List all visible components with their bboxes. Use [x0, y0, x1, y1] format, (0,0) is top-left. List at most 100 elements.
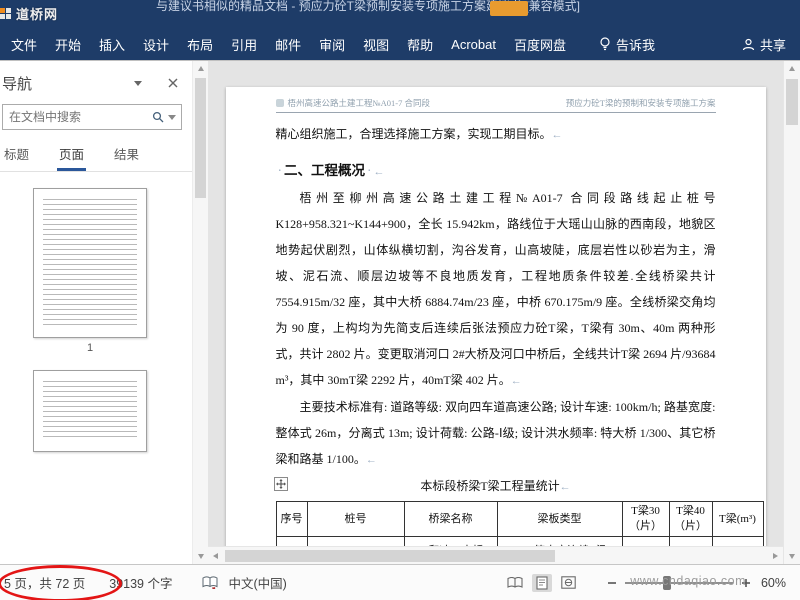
word-window: 与建议书相似的精品文档 - 预应力砼T梁预制安装专项施工方案建议书 [兼容模式]… — [0, 0, 800, 600]
heading-text: 二、工程概况 — [284, 163, 365, 178]
paragraph-mark: ← — [373, 166, 385, 178]
space-mark: · — [277, 163, 283, 178]
document-viewport: 梧州高速公路土建工程№A01-7 合同段 预应力砼T梁的预制和安装专项施工方案 … — [208, 61, 783, 547]
scroll-up-icon[interactable] — [784, 61, 800, 76]
nav-tab-pages[interactable]: 页面 — [57, 140, 87, 171]
navigation-pane: 导航 标题 页面 结果 — [0, 61, 192, 564]
paragraph-text: 主要技术标准有: 道路等级: 双向四车道高速公路; 设计车速: 100km/h;… — [275, 400, 716, 466]
page-thumbnails: 1 — [0, 172, 192, 564]
t-beam-statistics-table[interactable]: 序号 桩号 桥梁名称 梁板类型 T梁30（片） T梁40（片） T梁(m³) — [275, 501, 764, 547]
paragraph[interactable]: 精心组织施工，合理选择施工方案，实现工期目标。← — [276, 121, 716, 148]
zoom-percentage[interactable]: 60% — [761, 576, 786, 590]
navigation-title: 导航 — [2, 76, 33, 93]
page-header: 梧州高速公路土建工程№A01-7 合同段 预应力砼T梁的预制和安装专项施工方案 — [275, 97, 716, 113]
tab-references[interactable]: 引用 — [222, 28, 266, 61]
move-handle-icon — [275, 479, 286, 489]
tab-mailings[interactable]: 邮件 — [266, 28, 310, 61]
header-right-text: 预应力砼T梁的预制和安装专项施工方案 — [565, 98, 716, 108]
navigation-scrollbar[interactable] — [192, 61, 208, 564]
document-search-box[interactable] — [2, 104, 182, 130]
section-heading[interactable]: · 二、工程概况 · ← — [276, 158, 716, 185]
header-left-text: 梧州高速公路土建工程№A01-7 合同段 — [287, 98, 430, 108]
close-pane-button[interactable] — [168, 75, 178, 93]
paragraph-mark: ← — [551, 129, 563, 141]
search-options-chevron-icon[interactable] — [168, 114, 176, 120]
tab-baidu-netdisk[interactable]: 百度网盘 — [505, 28, 575, 61]
read-mode-icon — [507, 576, 523, 588]
paragraph-mark: ← — [365, 454, 377, 466]
paragraph-mark: ← — [510, 375, 522, 387]
document-area: 梧州高速公路土建工程№A01-7 合同段 预应力砼T梁的预制和安装专项施工方案 … — [208, 61, 783, 564]
paragraph[interactable]: 梧州至柳州高速公路土建工程№A01-7 合同段路线起止桩号 K128+958.3… — [276, 185, 716, 394]
page-thumbnail-1[interactable] — [33, 188, 147, 338]
navigation-tabs: 标题 页面 结果 — [0, 140, 192, 172]
scroll-left-icon[interactable] — [208, 547, 223, 564]
person-icon — [742, 38, 755, 50]
tell-me-label: 告诉我 — [615, 37, 655, 53]
col-header: T梁30（片） — [621, 501, 670, 537]
page-thumbnail-2[interactable] — [33, 370, 147, 452]
view-shortcuts — [505, 573, 579, 592]
tab-help[interactable]: 帮助 — [398, 28, 442, 61]
proofing-status-button[interactable] — [202, 576, 218, 589]
red-circle-annotation — [0, 565, 122, 600]
paragraph-text: 梧州至柳州高速公路土建工程№A01-7 合同段路线起止桩号 K128+958.3… — [275, 191, 716, 387]
language-indicator[interactable]: 中文(中国) — [228, 573, 286, 592]
tell-me-button[interactable]: 告诉我 — [599, 35, 655, 54]
scroll-down-icon[interactable] — [193, 549, 208, 564]
horizontal-scrollbar[interactable] — [208, 546, 783, 564]
search-icon[interactable] — [152, 111, 164, 123]
tab-home[interactable]: 开始 — [46, 28, 90, 61]
web-layout-icon — [561, 576, 577, 589]
print-layout-button[interactable] — [531, 573, 552, 592]
tab-layout[interactable]: 布局 — [178, 28, 222, 61]
document-page[interactable]: 梧州高速公路土建工程№A01-7 合同段 预应力砼T梁的预制和安装专项施工方案 … — [225, 87, 766, 547]
thumbnail-text-lines — [43, 199, 137, 325]
scroll-right-icon[interactable] — [768, 547, 783, 564]
search-input[interactable] — [3, 110, 152, 124]
thumbnail-page-number: 1 — [86, 342, 94, 354]
col-header: 桥梁名称 — [403, 501, 498, 537]
horizontal-scrollbar-thumb[interactable] — [225, 549, 555, 562]
tab-design[interactable]: 设计 — [134, 28, 178, 61]
table-move-handle[interactable] — [273, 477, 288, 491]
nav-tab-results[interactable]: 结果 — [112, 140, 141, 171]
share-button[interactable]: 共享 — [742, 35, 786, 54]
col-header: 序号 — [275, 501, 308, 537]
paragraph[interactable]: 主要技术标准有: 道路等级: 双向四车道高速公路; 设计车速: 100km/h;… — [276, 394, 716, 473]
chevron-down-icon[interactable] — [134, 81, 142, 86]
tab-file[interactable]: 文件 — [2, 28, 46, 61]
read-mode-button[interactable] — [505, 574, 525, 592]
vertical-scrollbar[interactable] — [783, 61, 800, 564]
table-header-row: 序号 桩号 桥梁名称 梁板类型 T梁30（片） T梁40（片） T梁(m³) — [275, 501, 764, 537]
site-watermark-text: 道桥网 — [16, 7, 59, 22]
web-layout-button[interactable] — [559, 574, 579, 592]
print-layout-icon — [536, 575, 548, 590]
proofing-book-icon — [202, 576, 218, 589]
scroll-up-icon[interactable] — [193, 61, 208, 76]
navigation-scrollbar-thumb[interactable] — [195, 78, 206, 198]
col-header: T梁40（片） — [668, 501, 713, 537]
header-logo-icon — [275, 99, 284, 107]
vertical-scrollbar-thumb[interactable] — [786, 79, 798, 125]
col-header: T梁(m³) — [711, 501, 764, 537]
col-header: 桩号 — [306, 501, 405, 537]
close-icon — [168, 78, 178, 87]
tab-review[interactable]: 审阅 — [310, 28, 354, 61]
table-title: 本标段桥梁T梁工程量统计← — [420, 479, 571, 493]
scroll-down-icon[interactable] — [784, 549, 800, 564]
main-area: 导航 标题 页面 结果 — [0, 60, 800, 564]
col-header: 梁板类型 — [496, 501, 623, 537]
tab-acrobat[interactable]: Acrobat — [442, 30, 505, 59]
titlebar-highlight-badge[interactable] — [490, 1, 528, 16]
thumbnail-text-lines — [43, 381, 137, 437]
zoom-out-icon[interactable] — [607, 578, 617, 588]
nav-tab-headings[interactable]: 标题 — [2, 140, 31, 171]
paragraph-text: 精心组织施工，合理选择施工方案，实现工期目标。 — [275, 127, 552, 141]
site-watermark: 道桥网 — [0, 4, 58, 23]
tab-view[interactable]: 视图 — [354, 28, 398, 61]
tab-insert[interactable]: 插入 — [90, 28, 134, 61]
navigation-header: 导航 — [0, 61, 192, 100]
title-bar: 与建议书相似的精品文档 - 预应力砼T梁预制安装专项施工方案建议书 [兼容模式]… — [0, 0, 800, 28]
space-mark: · — [367, 163, 372, 178]
